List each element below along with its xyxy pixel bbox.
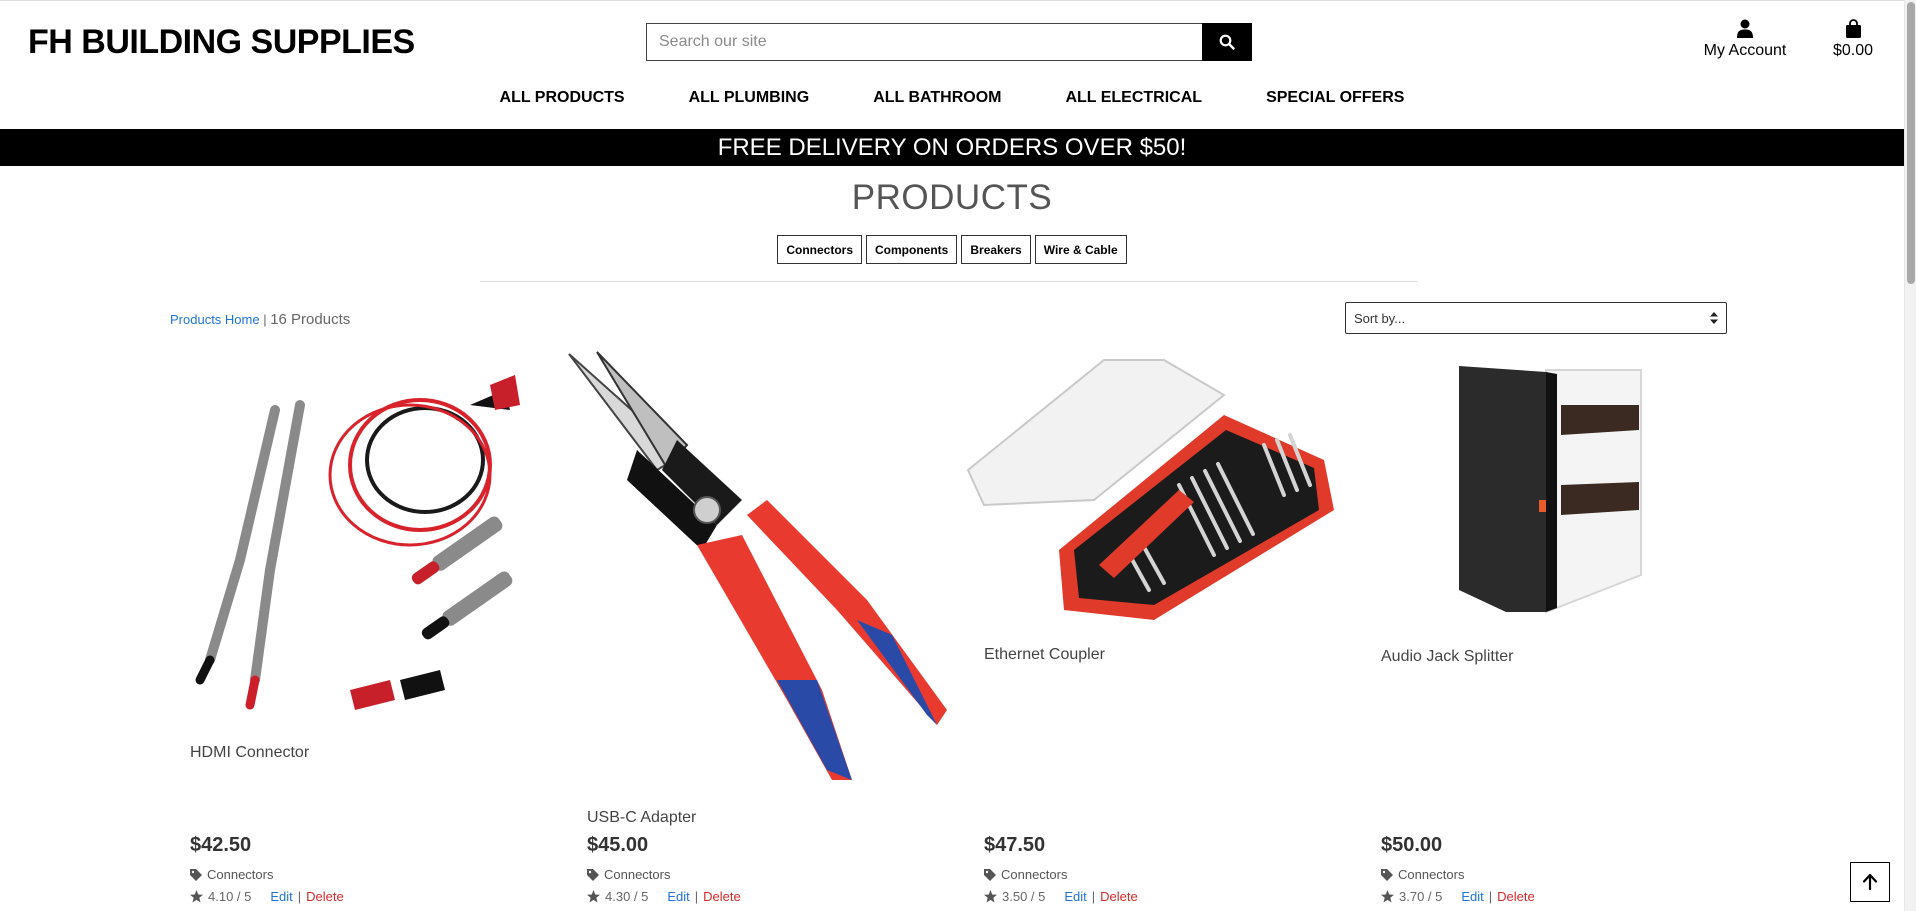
consumer-unit-image[interactable] [1361, 350, 1758, 630]
star-icon [587, 890, 600, 903]
action-separator: | [1488, 889, 1493, 904]
product-meta: 4.30 / 5 Edit | Delete [587, 889, 741, 904]
user-icon [1737, 19, 1753, 38]
delete-product-link[interactable]: Delete [1497, 889, 1535, 904]
category-chip-wire-cable[interactable]: Wire & Cable [1034, 235, 1127, 264]
product-card: Ethernet Coupler $47.50 Connectors 3.50 … [964, 350, 1361, 911]
search-form [646, 23, 1252, 61]
cart-total: $0.00 [1832, 42, 1874, 59]
product-price: $50.00 [1381, 834, 1443, 856]
tag-icon [984, 868, 996, 881]
scrollbar-thumb[interactable] [1907, 2, 1915, 284]
delete-product-link[interactable]: Delete [703, 889, 741, 904]
product-rating: 3.70 / 5 [1399, 889, 1443, 904]
search-button[interactable] [1202, 23, 1252, 61]
star-icon [984, 890, 997, 903]
product-count: 16 Products [270, 311, 351, 328]
screwdriver-set-image[interactable] [964, 350, 1361, 630]
delete-product-link[interactable]: Delete [1100, 889, 1138, 904]
product-category-label: Connectors [207, 867, 274, 882]
sort-select-value: Sort by... [1354, 310, 1406, 326]
product-name[interactable]: Ethernet Coupler [984, 646, 1105, 664]
star-icon [1381, 890, 1394, 903]
star-icon [190, 890, 203, 903]
product-rating: 3.50 / 5 [1002, 889, 1046, 904]
category-chip-connectors[interactable]: Connectors [777, 235, 863, 264]
products-home-link[interactable]: Products Home [170, 312, 260, 327]
nav-special-offers[interactable]: SPECIAL OFFERS [1266, 89, 1404, 107]
edit-product-link[interactable]: Edit [270, 889, 292, 904]
delete-product-link[interactable]: Delete [306, 889, 344, 904]
shopping-bag-icon [1845, 19, 1861, 38]
search-icon [1219, 34, 1235, 50]
nav-all-products[interactable]: ALL PRODUCTS [500, 89, 625, 107]
delivery-banner: FREE DELIVERY ON ORDERS OVER $50! [0, 129, 1904, 166]
product-category-label: Connectors [1001, 867, 1068, 882]
site-header: FH BUILDING SUPPLIES My Account $0.00 AL… [0, 0, 1904, 129]
breadcrumb-separator: | [259, 312, 271, 327]
product-name[interactable]: HDMI Connector [190, 744, 309, 762]
product-category[interactable]: Connectors [190, 867, 273, 882]
edit-product-link[interactable]: Edit [1461, 889, 1483, 904]
product-name[interactable]: Audio Jack Splitter [1381, 648, 1514, 666]
action-separator: | [1091, 889, 1096, 904]
tag-icon [190, 868, 202, 881]
product-card: HDMI Connector $42.50 Connectors 4.10 / … [170, 350, 567, 911]
nav-all-electrical[interactable]: ALL ELECTRICAL [1065, 89, 1202, 107]
search-input[interactable] [646, 23, 1202, 61]
cart-link[interactable]: $0.00 [1828, 19, 1878, 60]
edit-product-link[interactable]: Edit [667, 889, 689, 904]
product-category-label: Connectors [604, 867, 671, 882]
back-to-top-button[interactable] [1850, 862, 1890, 902]
product-rating: 4.30 / 5 [605, 889, 649, 904]
product-name[interactable]: USB-C Adapter [587, 809, 696, 827]
arrow-up-icon [1863, 874, 1877, 890]
section-divider [480, 281, 1418, 282]
product-meta: 4.10 / 5 Edit | Delete [190, 889, 344, 904]
tag-icon [1381, 868, 1393, 881]
pliers-image[interactable] [567, 350, 964, 790]
sort-arrows-icon [1710, 312, 1718, 324]
breadcrumb: Products Home | 16 Products [170, 311, 350, 328]
product-price: $47.50 [984, 834, 1046, 856]
nav-all-bathroom[interactable]: ALL BATHROOM [873, 89, 1001, 107]
test-leads-image[interactable] [170, 350, 567, 720]
my-account-link[interactable]: My Account [1700, 19, 1790, 60]
product-category[interactable]: Connectors [1381, 867, 1464, 882]
product-category[interactable]: Connectors [984, 867, 1067, 882]
category-chip-breakers[interactable]: Breakers [961, 235, 1031, 264]
product-meta: 3.50 / 5 Edit | Delete [984, 889, 1138, 904]
main-nav: ALL PRODUCTS ALL PLUMBING ALL BATHROOM A… [0, 89, 1904, 107]
category-filters: Connectors Components Breakers Wire & Ca… [0, 235, 1904, 264]
page-title: PRODUCTS [851, 178, 1053, 217]
my-account-label: My Account [1703, 42, 1787, 59]
product-meta: 3.70 / 5 Edit | Delete [1381, 889, 1535, 904]
site-logo[interactable]: FH BUILDING SUPPLIES [28, 23, 415, 62]
product-category-label: Connectors [1398, 867, 1465, 882]
sort-select[interactable]: Sort by... [1345, 302, 1727, 334]
tag-icon [587, 868, 599, 881]
product-card: USB-C Adapter $45.00 Connectors 4.30 / 5… [567, 350, 964, 911]
action-separator: | [694, 889, 699, 904]
nav-all-plumbing[interactable]: ALL PLUMBING [689, 89, 810, 107]
action-separator: | [297, 889, 302, 904]
edit-product-link[interactable]: Edit [1064, 889, 1086, 904]
product-price: $42.50 [190, 834, 252, 856]
product-price: $45.00 [587, 834, 649, 856]
product-card: Audio Jack Splitter $50.00 Connectors 3.… [1361, 350, 1758, 911]
category-chip-components[interactable]: Components [866, 235, 958, 264]
page-scrollbar[interactable] [1904, 0, 1916, 911]
product-rating: 4.10 / 5 [208, 889, 252, 904]
product-category[interactable]: Connectors [587, 867, 670, 882]
